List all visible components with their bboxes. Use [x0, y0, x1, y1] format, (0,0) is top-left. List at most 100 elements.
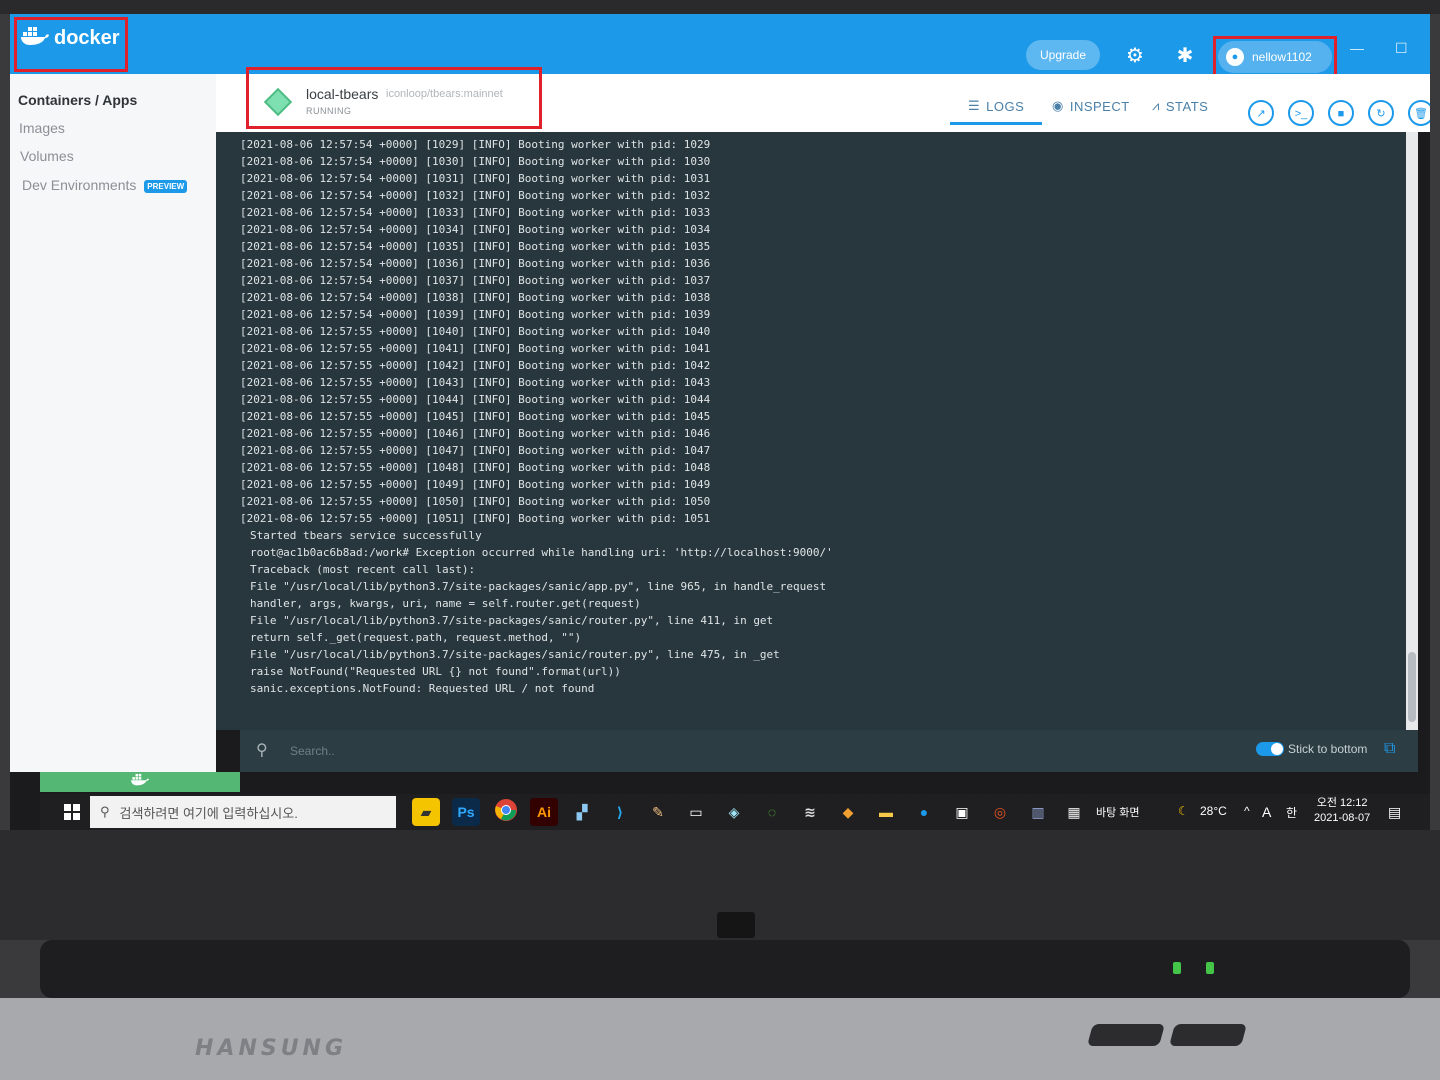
- stick-to-bottom-label: Stick to bottom: [1288, 742, 1368, 756]
- paint-icon[interactable]: ✎: [644, 798, 672, 826]
- tab-logs[interactable]: ☰ LOGS: [968, 98, 1024, 114]
- log-line: File "/usr/local/lib/python3.7/site-pack…: [250, 580, 827, 593]
- eye-icon: ◉: [1052, 98, 1064, 113]
- log-line: Started tbears service successfully: [250, 529, 482, 542]
- sidebar-item-volumes[interactable]: Volumes: [20, 148, 74, 164]
- log-line: root@ac1b0ac6b8ad:/work# Exception occur…: [250, 546, 833, 559]
- vent-right: [1169, 1024, 1247, 1046]
- log-line: sanic.exceptions.NotFound: Requested URL…: [250, 682, 595, 695]
- preview-badge: PREVIEW: [144, 179, 188, 193]
- sidebar-item-label: Dev Environments: [22, 177, 137, 193]
- database-icon[interactable]: ≋: [796, 798, 824, 826]
- log-line: [2021-08-06 12:57:55 +0000] [1047] [INFO…: [240, 444, 711, 457]
- windows-taskbar: ⚲ 검색하려면 여기에 입력하십시오. ▰ Ps Ai ▞ ⟩ ✎ ▭ ◈ ◌ …: [40, 794, 1430, 830]
- log-line: [2021-08-06 12:57:54 +0000] [1038] [INFO…: [240, 291, 711, 304]
- photoshop-icon[interactable]: Ps: [452, 798, 480, 826]
- log-line: [2021-08-06 12:57:54 +0000] [1031] [INFO…: [240, 172, 711, 185]
- log-line: return self._get(request.path, request.m…: [250, 631, 582, 644]
- log-line: raise NotFound("Requested URL {} not fou…: [250, 665, 621, 678]
- app-icon[interactable]: ▞: [568, 798, 596, 826]
- notification-icon[interactable]: ▤: [1388, 804, 1401, 821]
- package-icon[interactable]: ◆: [834, 798, 862, 826]
- log-line: [2021-08-06 12:57:55 +0000] [1044] [INFO…: [240, 393, 711, 406]
- search-icon: ⚲: [256, 742, 268, 759]
- sidebar-item-label: Images: [19, 120, 65, 136]
- store-icon[interactable]: ▣: [948, 798, 976, 826]
- time: 오전 12:12: [1316, 797, 1368, 809]
- docker-titlebar: docker Upgrade ⚙ ✱ ● nellow1102 — ☐: [10, 14, 1430, 84]
- laptop-brand: HANSUNG: [195, 1036, 348, 1061]
- log-line: [2021-08-06 12:57:54 +0000] [1029] [INFO…: [240, 138, 711, 151]
- vent-left: [1087, 1024, 1165, 1046]
- log-line: [2021-08-06 12:57:54 +0000] [1035] [INFO…: [240, 240, 711, 253]
- desktop-label[interactable]: 바탕 화면: [1096, 804, 1140, 820]
- vscode-icon[interactable]: ⟩: [606, 798, 634, 826]
- search-icon: ⚲: [100, 804, 110, 819]
- tab-inspect[interactable]: ◉ INSPECT: [1052, 98, 1130, 114]
- chart-icon: ⩘: [1152, 98, 1160, 113]
- weather-icon: ☾: [1178, 804, 1189, 818]
- active-tab-underline: [950, 122, 1042, 125]
- minimize-icon[interactable]: —: [1350, 40, 1364, 56]
- taskbar-clock[interactable]: 오전 12:12 2021-08-07: [1314, 796, 1370, 826]
- terminal-icon[interactable]: ▭: [682, 798, 710, 826]
- ime-hangul-indicator[interactable]: 한: [1286, 804, 1297, 821]
- copy-icon[interactable]: ⧉: [1384, 740, 1395, 758]
- chevron-up-icon[interactable]: ^: [1244, 804, 1250, 818]
- docker-engine-status-bar[interactable]: [40, 772, 240, 792]
- calculator-icon[interactable]: ▦: [1060, 798, 1088, 826]
- folder-icon[interactable]: ▬: [872, 798, 900, 826]
- log-line: [2021-08-06 12:57:55 +0000] [1048] [INFO…: [240, 461, 711, 474]
- sidebar-item-label: Containers / Apps: [18, 92, 138, 108]
- chrome-icon[interactable]: [492, 798, 520, 826]
- search-input[interactable]: [288, 740, 692, 762]
- docker-taskbar-icon[interactable]: ●: [910, 798, 938, 826]
- sticky-notes-icon[interactable]: ▰: [412, 798, 440, 826]
- battery-led: [1173, 962, 1181, 974]
- list-icon: ☰: [968, 98, 981, 113]
- sidebar-item-dev-environments[interactable]: Dev Environments PREVIEW: [22, 177, 188, 193]
- sidebar-item-containers[interactable]: Containers / Apps: [18, 92, 137, 108]
- upgrade-button[interactable]: Upgrade: [1026, 40, 1100, 70]
- maximize-icon[interactable]: ☐: [1395, 40, 1408, 57]
- restart-button[interactable]: ↻: [1368, 100, 1394, 126]
- stick-to-bottom-toggle[interactable]: [1256, 742, 1284, 756]
- highlight-box-logo: [14, 17, 128, 72]
- illustrator-icon[interactable]: Ai: [530, 798, 558, 826]
- taskbar-search[interactable]: ⚲ 검색하려면 여기에 입력하십시오.: [90, 796, 396, 828]
- tab-label: STATS: [1165, 98, 1209, 114]
- log-scrollbar[interactable]: [1406, 132, 1418, 730]
- cli-button[interactable]: >_: [1288, 100, 1314, 126]
- delete-button[interactable]: 🗑: [1408, 100, 1430, 126]
- sidebar-item-images[interactable]: Images: [19, 120, 65, 136]
- bug-icon[interactable]: ✱: [1171, 42, 1199, 70]
- ime-indicator[interactable]: A: [1262, 804, 1271, 820]
- tab-stats[interactable]: ⩘ STATS: [1152, 98, 1208, 114]
- log-line: [2021-08-06 12:57:55 +0000] [1051] [INFO…: [240, 512, 711, 525]
- log-line: [2021-08-06 12:57:54 +0000] [1039] [INFO…: [240, 308, 711, 321]
- power-led: [1206, 962, 1214, 974]
- laptop-bezel-top: [0, 0, 1440, 14]
- app-icon[interactable]: ◈: [720, 798, 748, 826]
- log-line: [2021-08-06 12:57:55 +0000] [1043] [INFO…: [240, 376, 711, 389]
- open-browser-button[interactable]: ↗: [1248, 100, 1274, 126]
- gear-icon[interactable]: ⚙: [1121, 42, 1149, 70]
- log-line: [2021-08-06 12:57:55 +0000] [1046] [INFO…: [240, 427, 711, 440]
- screen: docker Upgrade ⚙ ✱ ● nellow1102 — ☐ Cont…: [10, 14, 1430, 830]
- ubuntu-icon[interactable]: ◎: [986, 798, 1014, 826]
- spinner-app-icon[interactable]: ◌: [758, 798, 786, 826]
- log-line: [2021-08-06 12:57:55 +0000] [1040] [INFO…: [240, 325, 711, 338]
- scroll-thumb[interactable]: [1408, 652, 1416, 722]
- taskbar-search-placeholder: 검색하려면 여기에 입력하십시오.: [119, 805, 298, 821]
- windows-start-icon[interactable]: [64, 804, 80, 820]
- log-output[interactable]: [2021-08-06 12:57:54 +0000] [1029] [INFO…: [216, 132, 1406, 730]
- log-line: [2021-08-06 12:57:55 +0000] [1049] [INFO…: [240, 478, 711, 491]
- log-line: [2021-08-06 12:57:54 +0000] [1034] [INFO…: [240, 223, 711, 236]
- log-line: [2021-08-06 12:57:55 +0000] [1042] [INFO…: [240, 359, 711, 372]
- log-line: [2021-08-06 12:57:55 +0000] [1050] [INFO…: [240, 495, 711, 508]
- stop-button[interactable]: ■: [1328, 100, 1354, 126]
- app-icon[interactable]: ▥: [1024, 798, 1052, 826]
- log-line: [2021-08-06 12:57:54 +0000] [1036] [INFO…: [240, 257, 711, 270]
- laptop-hinge: [40, 940, 1410, 998]
- log-line: Traceback (most recent call last):: [250, 563, 476, 576]
